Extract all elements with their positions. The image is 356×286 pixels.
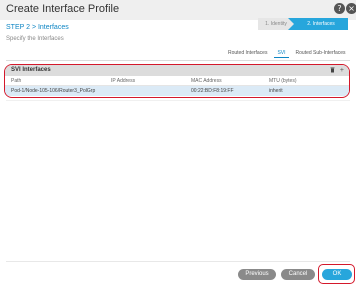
divider	[6, 60, 350, 61]
column-mac-address[interactable]: MAC Address	[191, 78, 222, 84]
close-icon[interactable]: ×	[346, 3, 356, 14]
interface-tabs: Routed Interfaces SVI Routed Sub-Interfa…	[225, 49, 353, 58]
tab-routed-sub-interfaces[interactable]: Routed Sub-Interfaces	[293, 49, 349, 58]
cancel-button[interactable]: Cancel	[281, 269, 315, 280]
step-subtitle: Specify the Interfaces	[6, 36, 64, 42]
column-ip-address[interactable]: IP Address	[111, 78, 135, 84]
help-icon[interactable]: ?	[334, 3, 345, 14]
wizard-step-interfaces[interactable]: 2. Interfaces	[288, 18, 348, 30]
table-row[interactable]: Pod-1/Node-105-106/Router3_PolGrp 00:22:…	[5, 86, 349, 96]
title-bar: Create Interface Profile ? ×	[0, 0, 356, 20]
previous-button[interactable]: Previous	[238, 269, 276, 280]
column-mtu[interactable]: MTU (bytes)	[269, 78, 297, 84]
ok-button[interactable]: OK	[322, 269, 352, 280]
svi-panel-header: SVI Interfaces +	[5, 65, 349, 76]
tab-routed-interfaces[interactable]: Routed Interfaces	[225, 49, 270, 58]
add-icon[interactable]: +	[340, 65, 344, 76]
svi-interfaces-panel: SVI Interfaces + Path IP Address MAC Add…	[4, 64, 350, 98]
step-title: STEP 2 > Interfaces	[6, 24, 69, 31]
trash-icon[interactable]	[330, 67, 335, 73]
cell-path: Pod-1/Node-105-106/Router3_PolGrp	[11, 88, 96, 94]
content-area	[6, 100, 350, 262]
tab-svi[interactable]: SVI	[274, 49, 289, 58]
svi-panel-title: SVI Interfaces	[11, 67, 51, 73]
column-path[interactable]: Path	[11, 78, 21, 84]
cell-mtu: inherit	[269, 88, 283, 94]
cell-mac-address: 00:22:BD:F8:19:FF	[191, 88, 234, 94]
svi-table-header: Path IP Address MAC Address MTU (bytes)	[5, 76, 349, 86]
dialog-title: Create Interface Profile	[6, 3, 120, 15]
wizard-steps: 1. Identity 2. Interfaces	[258, 18, 348, 30]
